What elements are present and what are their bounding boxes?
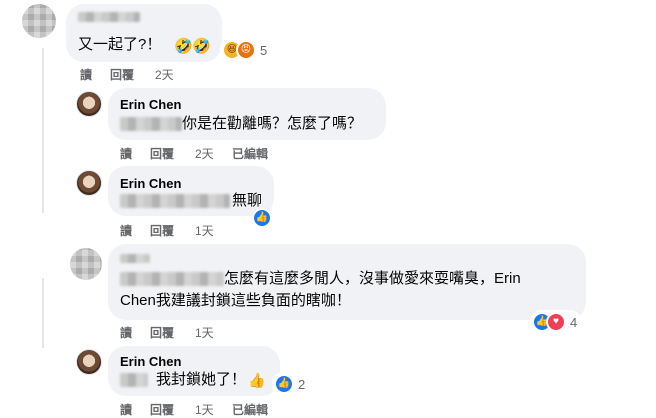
reaction-summary[interactable]: 😆 😡 5	[220, 38, 272, 62]
avatar[interactable]	[76, 170, 102, 196]
read-button[interactable]: 讀	[80, 66, 92, 83]
comment-author[interactable]: Erin Chen	[120, 176, 181, 191]
comment-text: 你是在勸離嗎？怎麼了嗎？	[182, 115, 363, 132]
reply-button[interactable]: 回覆	[150, 401, 174, 418]
timestamp[interactable]: 2天	[155, 66, 174, 83]
read-button[interactable]: 讀	[120, 401, 132, 418]
comment-text: 怎麼有這麼多閒人，沒事做愛來耍嘴臭，Erin	[224, 270, 521, 287]
redacted-mention	[120, 194, 230, 208]
reaction-count: 4	[570, 314, 578, 330]
reply-button[interactable]: 回覆	[110, 66, 134, 83]
read-button[interactable]: 讀	[120, 145, 132, 162]
comment-author[interactable]	[78, 8, 140, 26]
love-reaction-icon: ♥	[546, 312, 566, 332]
comment-text: 又一起了?！	[78, 36, 162, 53]
comment-bubble: 怎麼有這麼多閒人，沒事做愛來耍嘴臭，Erin Chen我建議封鎖這些負面的瞎咖！	[108, 244, 586, 320]
comment-body: 無聊	[120, 190, 262, 212]
comment-text: Chen我建議封鎖這些負面的瞎咖！	[120, 292, 351, 309]
read-button[interactable]: 讀	[120, 324, 132, 341]
timestamp[interactable]: 1天	[195, 324, 214, 341]
comment-body: 怎麼有這麼多閒人，沒事做愛來耍嘴臭，Erin Chen我建議封鎖這些負面的瞎咖！	[120, 268, 580, 312]
like-reaction-icon[interactable]: 👍	[252, 208, 272, 228]
thumbs-up-emoji-icon: 👍	[248, 371, 266, 388]
avatar[interactable]	[76, 349, 102, 375]
redacted-mention	[120, 272, 224, 286]
comment-body: 我封鎖她了！ 👍	[120, 369, 265, 391]
edited-label: 已編輯	[232, 403, 269, 417]
comment-author[interactable]	[120, 250, 150, 268]
thread-line	[42, 278, 44, 348]
reply-button[interactable]: 回覆	[150, 324, 174, 341]
like-reaction-icon: 👍	[274, 374, 294, 394]
timestamp[interactable]: 2天	[195, 145, 214, 162]
comment-text: 我封鎖她了！	[156, 371, 247, 388]
edited-label: 已編輯	[232, 147, 269, 161]
comment-bubble: Erin Chen 我封鎖她了！ 👍	[108, 346, 280, 396]
timestamp[interactable]: 1天	[195, 222, 214, 239]
reply-button[interactable]: 回覆	[150, 145, 174, 162]
comment-body: 你是在勸離嗎？怎麼了嗎？	[120, 113, 362, 135]
comment-author[interactable]: Erin Chen	[120, 97, 181, 112]
reaction-count: 5	[260, 42, 268, 58]
comment-bubble: 又一起了?！ 🤣 🤣	[66, 4, 222, 62]
comment-bubble: Erin Chen 你是在勸離嗎？怎麼了嗎？	[108, 88, 386, 140]
comment-author[interactable]: Erin Chen	[120, 354, 181, 369]
comment-bubble: Erin Chen 無聊	[108, 166, 274, 216]
redacted-mention	[120, 117, 182, 131]
timestamp[interactable]: 1天	[195, 401, 214, 418]
laugh-emoji-icon: 🤣	[174, 38, 193, 55]
thread-line	[42, 48, 44, 213]
avatar[interactable]	[22, 4, 56, 38]
read-button[interactable]: 讀	[120, 222, 132, 239]
reaction-count: 2	[298, 376, 306, 392]
avatar[interactable]	[76, 91, 102, 117]
redacted-mention	[120, 373, 148, 387]
reaction-summary[interactable]: 👍 ♥ 4	[530, 310, 582, 334]
avatar[interactable]	[70, 248, 102, 280]
angry-reaction-icon: 😡	[236, 40, 256, 60]
reaction-summary[interactable]: 👍 2	[272, 372, 310, 396]
laugh-emoji-icon: 🤣	[192, 38, 211, 55]
reply-button[interactable]: 回覆	[150, 222, 174, 239]
